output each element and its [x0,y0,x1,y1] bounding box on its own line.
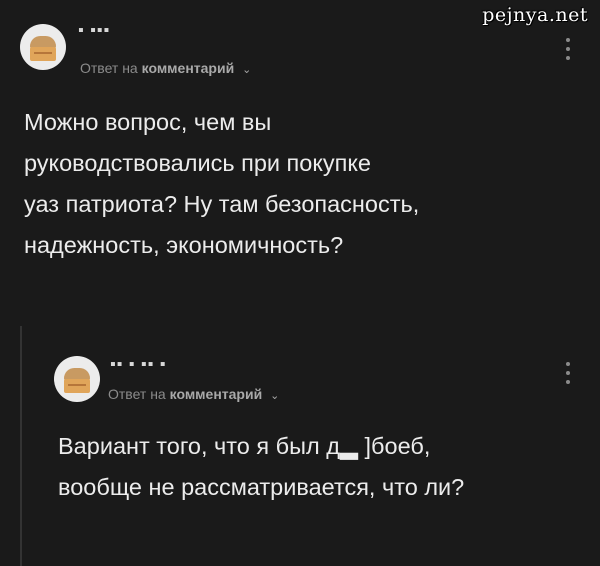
comment-text: Можно вопрос, чем вы руководствовались п… [24,109,420,258]
avatar[interactable] [54,356,100,402]
more-vertical-icon[interactable] [566,362,572,389]
reply-link[interactable]: комментарий [142,60,235,76]
watermark: pejnya.net [482,4,588,26]
reply-prefix: Ответ на [108,386,166,402]
reply-link[interactable]: комментарий [170,386,263,402]
username[interactable]: ▪ ▪▪▪ [78,22,110,40]
reply-prefix: Ответ на [80,60,138,76]
comment-text: Вариант того, что я был д▂ ]боеб, вообще… [58,433,465,500]
avatar[interactable] [20,24,66,70]
reply-to-line[interactable]: Ответ на комментарий ⌄ [108,386,279,402]
reply-comment: ▪▪ ▪ ▪▪ ▪ Ответ на комментарий ⌄ Вариант… [20,326,600,566]
reply-to-line[interactable]: Ответ на комментарий ⌄ [80,60,251,76]
username[interactable]: ▪▪ ▪ ▪▪ ▪ [110,356,166,374]
chevron-down-icon[interactable]: ⌄ [242,63,251,76]
avatar-body-shape [30,47,56,61]
more-vertical-icon[interactable] [566,38,572,65]
avatar-body-shape [64,379,90,393]
chevron-down-icon[interactable]: ⌄ [270,389,279,402]
